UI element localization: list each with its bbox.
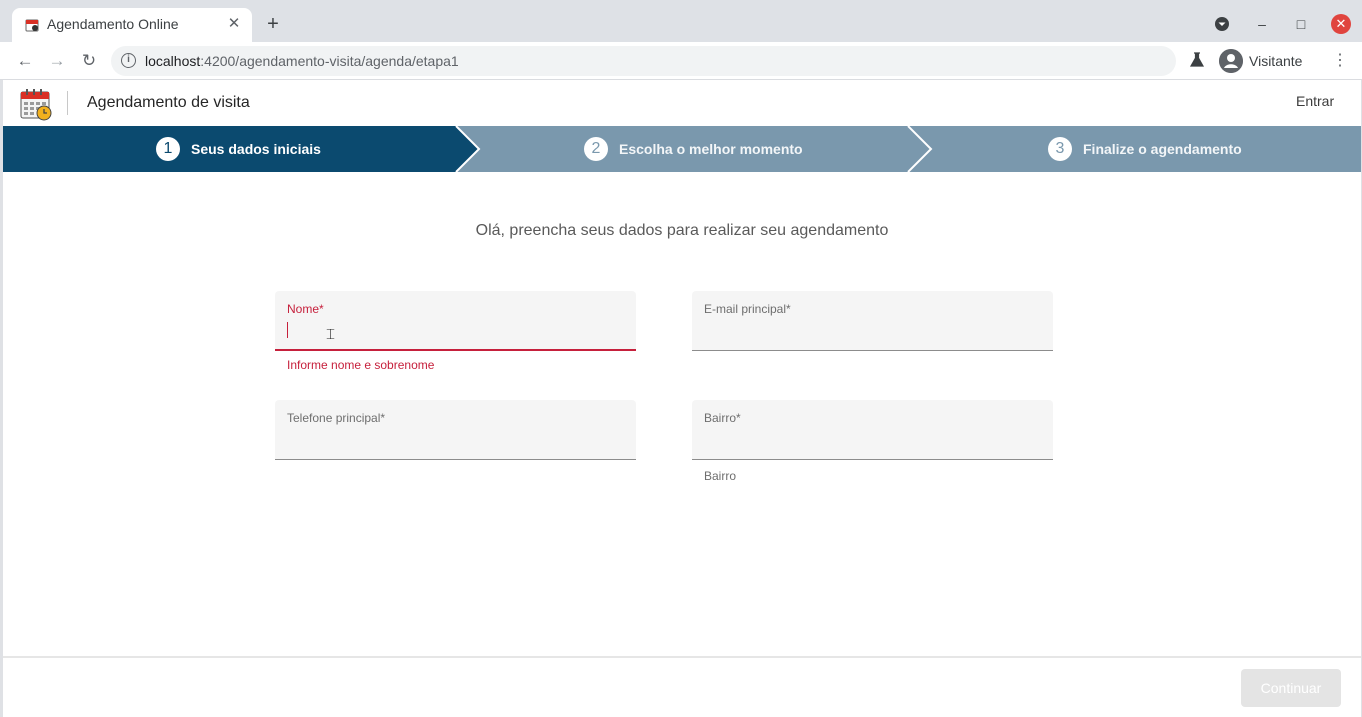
step-1-number: 1 xyxy=(156,137,180,161)
bairro-label: Bairro* xyxy=(704,411,741,425)
nome-field[interactable]: Nome* ⌶ xyxy=(275,291,636,351)
address-bar[interactable]: i localhost:4200/agendamento-visita/agen… xyxy=(111,46,1176,76)
browser-tab[interactable]: Agendamento Online ✕ xyxy=(12,8,252,42)
step-3-label: Finalize o agendamento xyxy=(1083,141,1242,157)
stepper: 1 Seus dados iniciais 2 Escolha o melhor… xyxy=(3,126,1361,172)
intro-text: Olá, preencha seus dados para realizar s… xyxy=(475,222,889,239)
bairro-hint: Bairro xyxy=(704,469,737,483)
tab-title: Agendamento Online xyxy=(47,16,179,32)
profile-button[interactable]: Visitante xyxy=(1217,47,1323,75)
footer-bar: Continuar xyxy=(3,656,1361,717)
email-input[interactable] xyxy=(704,321,1039,341)
bairro-input[interactable] xyxy=(704,430,1039,450)
bairro-field[interactable]: Bairro* xyxy=(692,400,1053,460)
nome-error: Informe nome e sobrenome xyxy=(287,358,435,372)
email-label: E-mail principal* xyxy=(704,302,791,316)
profile-avatar-icon xyxy=(1219,49,1243,73)
step-3[interactable]: 3 Finalize o agendamento xyxy=(1048,126,1242,172)
tab-search-icon[interactable] xyxy=(1212,14,1232,34)
app-header: Agendamento de visita Entrar xyxy=(3,80,1361,126)
email-field[interactable]: E-mail principal* xyxy=(692,291,1053,351)
step-3-number: 3 xyxy=(1048,137,1072,161)
text-caret xyxy=(287,322,288,338)
url-text: localhost:4200/agendamento-visita/agenda… xyxy=(145,53,459,69)
step-2-number: 2 xyxy=(584,137,608,161)
profile-name: Visitante xyxy=(1249,53,1303,69)
maximize-icon[interactable]: □ xyxy=(1291,14,1311,34)
telefone-input[interactable] xyxy=(287,430,622,450)
telefone-label: Telefone principal* xyxy=(287,411,386,425)
browser-toolbar: ← → ↻ i localhost:4200/agendamento-visit… xyxy=(0,42,1362,80)
minimize-icon[interactable]: – xyxy=(1252,14,1272,34)
calendar-favicon-icon xyxy=(25,19,39,32)
app-title: Agendamento de visita xyxy=(87,94,250,111)
nome-input[interactable] xyxy=(287,321,622,341)
close-window-icon[interactable]: ✕ xyxy=(1331,14,1351,34)
nome-label: Nome* xyxy=(287,302,324,316)
calendar-clock-logo-icon xyxy=(20,89,52,121)
browser-tabstrip: Agendamento Online ✕ + – □ ✕ xyxy=(0,0,1362,42)
tab-close-icon[interactable]: ✕ xyxy=(224,14,244,34)
site-info-icon[interactable]: i xyxy=(121,53,136,68)
step-1[interactable]: 1 Seus dados iniciais xyxy=(156,126,321,172)
step-2-label: Escolha o melhor momento xyxy=(619,141,803,157)
step-2[interactable]: 2 Escolha o melhor momento xyxy=(584,126,803,172)
forward-icon[interactable]: → xyxy=(46,50,68,72)
reload-icon[interactable]: ↻ xyxy=(78,50,100,72)
step-1-label: Seus dados iniciais xyxy=(191,141,321,157)
app-page: Agendamento de visita Entrar 1 Seus dado… xyxy=(3,80,1361,717)
browser-menu-icon[interactable]: ⋮ xyxy=(1332,51,1348,71)
login-link[interactable]: Entrar xyxy=(1296,93,1334,109)
back-icon[interactable]: ← xyxy=(14,50,36,72)
ibeam-cursor-icon: ⌶ xyxy=(326,326,336,343)
new-tab-button[interactable]: + xyxy=(262,13,284,35)
telefone-field[interactable]: Telefone principal* xyxy=(275,400,636,460)
continue-button[interactable]: Continuar xyxy=(1241,669,1341,707)
labs-flask-icon[interactable] xyxy=(1188,51,1206,69)
header-divider xyxy=(67,91,68,115)
